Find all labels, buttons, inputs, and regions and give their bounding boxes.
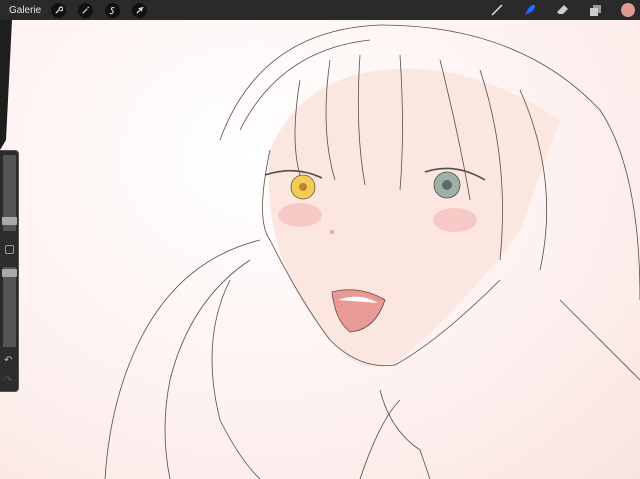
selection-icon[interactable] (105, 2, 121, 18)
brush-icon[interactable] (490, 0, 504, 20)
brush-size-thumb[interactable] (2, 217, 17, 225)
sidebar: ↶ ↷ (0, 150, 19, 392)
transform-arrow-icon[interactable] (132, 2, 148, 18)
gallery-button[interactable]: Galerie (9, 5, 41, 16)
layers-icon[interactable] (589, 0, 602, 20)
wrench-icon[interactable] (51, 2, 67, 18)
modify-square-icon[interactable] (5, 245, 14, 254)
undo-icon[interactable]: ↶ (4, 355, 12, 366)
illustration-artwork (0, 20, 640, 479)
opacity-thumb[interactable] (2, 269, 17, 277)
top-toolbar: Galerie (0, 0, 640, 20)
color-swatch[interactable] (621, 0, 635, 20)
drawing-canvas[interactable] (0, 20, 640, 479)
eraser-icon[interactable] (556, 0, 570, 20)
smudge-icon[interactable] (523, 0, 537, 20)
magic-wand-icon[interactable] (78, 2, 94, 18)
opacity-slider[interactable] (3, 267, 16, 347)
redo-icon[interactable]: ↷ (4, 375, 12, 386)
